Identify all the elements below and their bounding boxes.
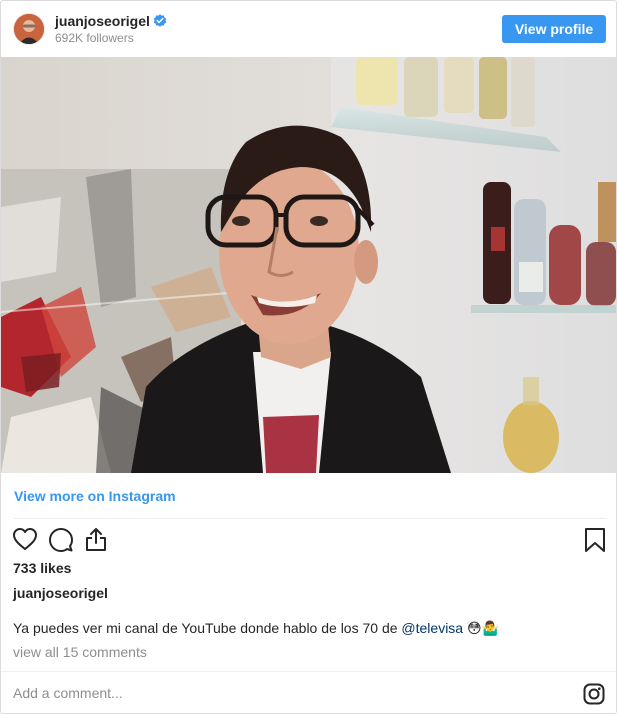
view-profile-button[interactable]: View profile (502, 15, 606, 43)
divider (1, 671, 616, 672)
add-comment-input[interactable]: Add a comment... (13, 685, 123, 701)
like-count[interactable]: 733 likes (13, 560, 71, 576)
profile-avatar[interactable] (14, 14, 44, 44)
caption-text: Ya puedes ver mi canal de YouTube donde … (13, 620, 402, 636)
caption-emoji: 😳🤷‍♂️ (466, 620, 500, 636)
post-header: juanjoseorigel 692K followers View profi… (1, 1, 616, 57)
post-caption: Ya puedes ver mi canal de YouTube donde … (13, 620, 603, 637)
follower-count: 692K followers (55, 31, 134, 45)
post-image (1, 57, 616, 473)
instagram-icon[interactable] (583, 683, 605, 705)
view-all-comments-link[interactable]: view all 15 comments (13, 644, 147, 660)
profile-username[interactable]: juanjoseorigel (55, 13, 150, 29)
view-more-on-instagram-link[interactable]: View more on Instagram (14, 488, 176, 504)
post-photo[interactable] (1, 57, 616, 473)
avatar-image (14, 14, 44, 44)
divider (13, 518, 606, 519)
caption-mention-link[interactable]: @televisa (401, 620, 463, 636)
share-icon[interactable] (84, 526, 108, 552)
caption-username[interactable]: juanjoseorigel (13, 585, 108, 601)
comment-bubble-icon[interactable] (48, 527, 74, 553)
heart-icon[interactable] (12, 527, 38, 551)
verified-badge-icon (153, 14, 167, 27)
bookmark-icon[interactable] (584, 527, 606, 553)
instagram-embed-card: juanjoseorigel 692K followers View profi… (0, 0, 617, 714)
